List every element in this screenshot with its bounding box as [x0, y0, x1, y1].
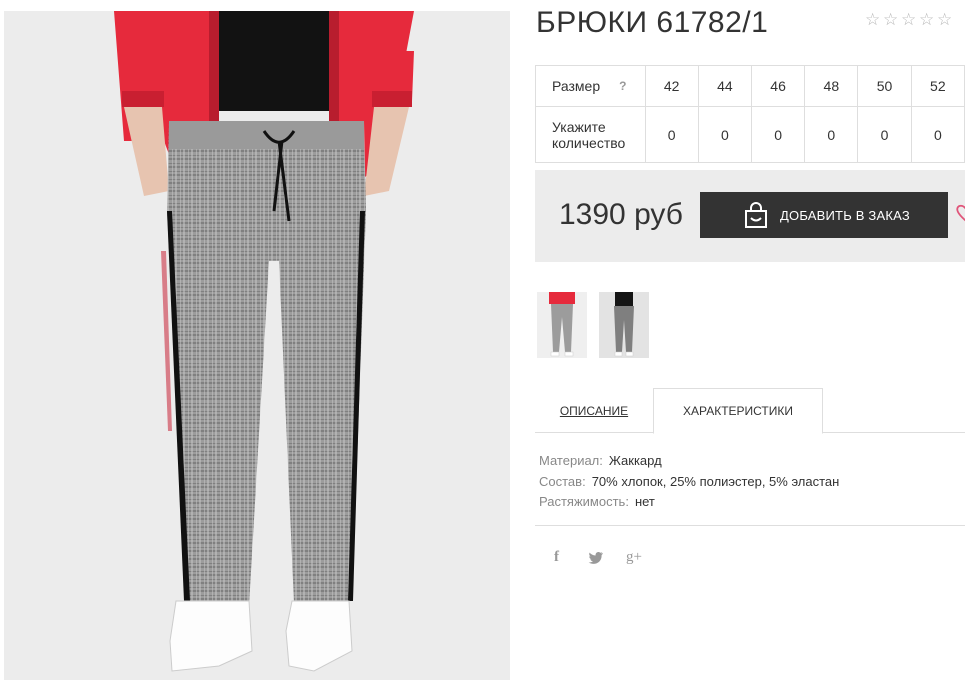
heart-icon[interactable]	[953, 203, 965, 223]
size-quantity-table: Размер ? 42 44 46 48 50 52 Укажите колич…	[535, 65, 965, 163]
star-icon[interactable]: ☆	[919, 11, 935, 28]
price-value: 1390 руб	[559, 198, 683, 231]
add-to-order-button[interactable]: ДОБАВИТЬ В ЗАКАЗ	[700, 192, 948, 238]
add-to-order-label: ДОБАВИТЬ В ЗАКАЗ	[780, 207, 910, 223]
star-icon[interactable]: ☆	[937, 11, 953, 28]
shopping-bag-icon	[745, 202, 767, 228]
characteristic-key: Материал:	[539, 453, 603, 468]
divider	[535, 525, 965, 526]
characteristic-value: Жаккард	[608, 453, 662, 468]
size-label: Размер	[552, 78, 601, 94]
thumbnail-1[interactable]	[537, 292, 587, 358]
star-icon[interactable]: ☆	[883, 11, 899, 28]
quantity-input[interactable]: 0	[644, 106, 699, 163]
facebook-icon[interactable]: f	[554, 549, 559, 566]
quantity-row: Укажите количество 0 0 0 0 0 0	[535, 106, 965, 163]
size-row: Размер ? 42 44 46 48 50 52	[535, 65, 965, 107]
product-page: БРЮКИ 61782/1 ☆ ☆ ☆ ☆ ☆ Размер ? 42 44 4…	[0, 0, 965, 680]
google-plus-icon[interactable]: g+	[626, 549, 642, 566]
size-value: 42	[644, 65, 699, 107]
size-label-cell: Размер ?	[535, 65, 646, 107]
characteristic-row: Материал: Жаккард	[539, 451, 839, 472]
tab-characteristics[interactable]: ХАРАКТЕРИСТИКИ	[653, 388, 823, 434]
characteristics-list: Материал: Жаккард Состав: 70% хлопок, 25% …	[539, 451, 839, 513]
characteristic-key: Состав:	[539, 473, 586, 489]
size-value: 48	[804, 65, 859, 107]
quantity-input[interactable]: 0	[750, 106, 806, 163]
quantity-input[interactable]: 0	[804, 106, 859, 163]
characteristic-key: Растяжимость:	[539, 494, 629, 509]
size-value: 52	[910, 65, 965, 107]
product-title: БРЮКИ 61782/1	[536, 6, 769, 39]
size-value: 46	[750, 65, 806, 107]
product-tabs: ОПИСАНИЕ ХАРАКТЕРИСТИКИ	[535, 388, 965, 434]
characteristic-row: Растяжимость: нет	[539, 492, 839, 513]
characteristic-row: Состав: 70% хлопок, 25% полиэстер, 5% эла…	[539, 472, 839, 493]
size-value: 50	[857, 65, 912, 107]
tab-description[interactable]: ОПИСАНИЕ	[535, 388, 653, 433]
thumbnail-2[interactable]	[599, 292, 649, 358]
characteristic-value: нет	[634, 494, 655, 509]
star-icon[interactable]: ☆	[901, 11, 917, 28]
help-icon[interactable]: ?	[619, 78, 626, 94]
price-block: 1390 руб ДОБАВИТЬ В ЗАКАЗ	[535, 170, 965, 262]
rating-stars[interactable]: ☆ ☆ ☆ ☆ ☆	[865, 11, 953, 28]
quantity-input[interactable]: 0	[857, 106, 912, 163]
main-product-photo	[4, 11, 510, 680]
star-icon[interactable]: ☆	[865, 11, 881, 28]
characteristic-value: 70% хлопок, 25% полиэстер, 5% эластан	[591, 473, 840, 489]
quantity-input[interactable]: 0	[697, 106, 752, 163]
size-value: 44	[697, 65, 752, 107]
quantity-input[interactable]: 0	[910, 106, 965, 163]
quantity-label: Укажите количество	[535, 106, 646, 163]
twitter-icon[interactable]	[588, 551, 604, 565]
